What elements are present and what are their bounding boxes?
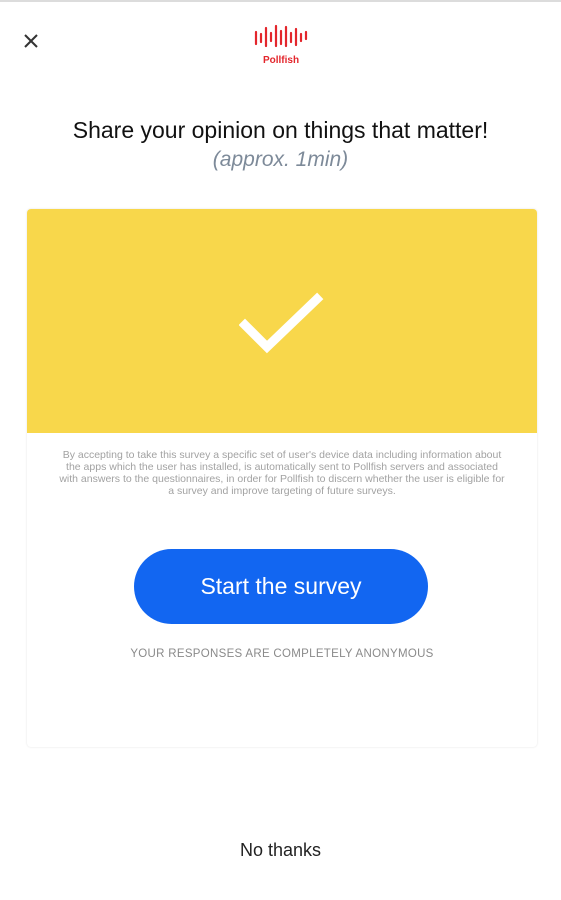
checkmark-icon [239,292,324,354]
page-title: Share your opinion on things that matter… [72,117,489,143]
no-thanks-button[interactable]: No thanks [0,840,561,861]
pollfish-waveform-icon [254,24,308,48]
survey-offer-screen: Pollfish Share your opinion on things th… [0,0,561,900]
logo-text: Pollfish [262,55,300,66]
success-banner [27,209,537,433]
data-disclaimer: By accepting to take this survey a speci… [59,449,505,497]
pollfish-logo: Pollfish [250,24,312,72]
start-survey-button[interactable]: Start the survey [134,549,428,624]
close-button[interactable] [18,28,44,54]
survey-card: By accepting to take this survey a speci… [27,209,537,747]
duration-note: (approx. 1min) [212,148,349,171]
anonymity-note: YOUR RESPONSES ARE COMPLETELY ANONYMOUS [130,648,434,660]
close-icon [24,34,38,48]
